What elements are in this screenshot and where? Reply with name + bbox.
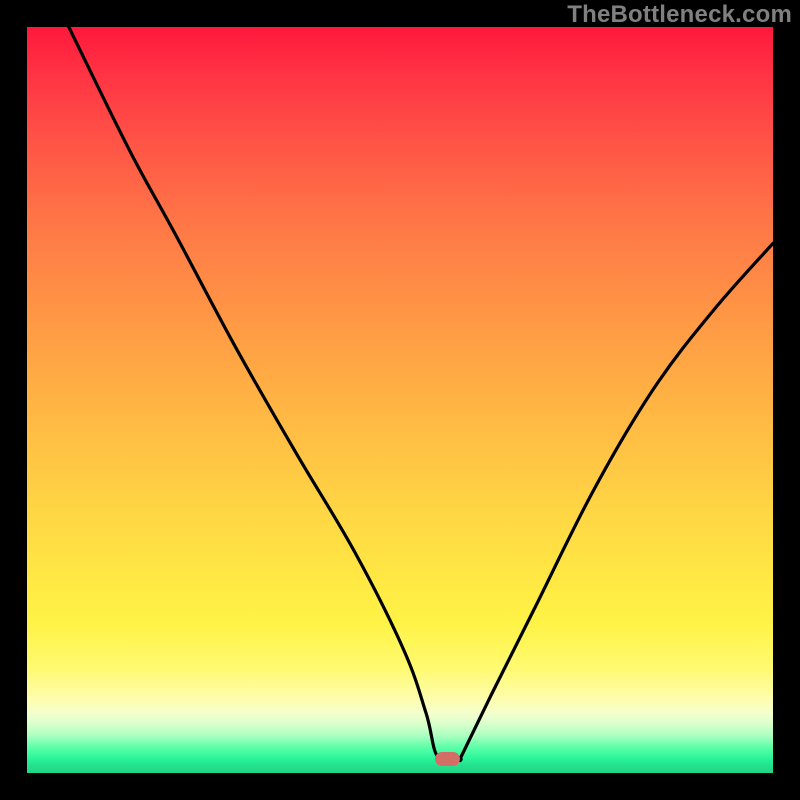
chart-frame: TheBottleneck.com (0, 0, 800, 800)
plot-area (27, 27, 773, 773)
attribution-text: TheBottleneck.com (567, 1, 792, 29)
optimal-marker (435, 752, 460, 766)
bottleneck-curve (27, 27, 773, 773)
